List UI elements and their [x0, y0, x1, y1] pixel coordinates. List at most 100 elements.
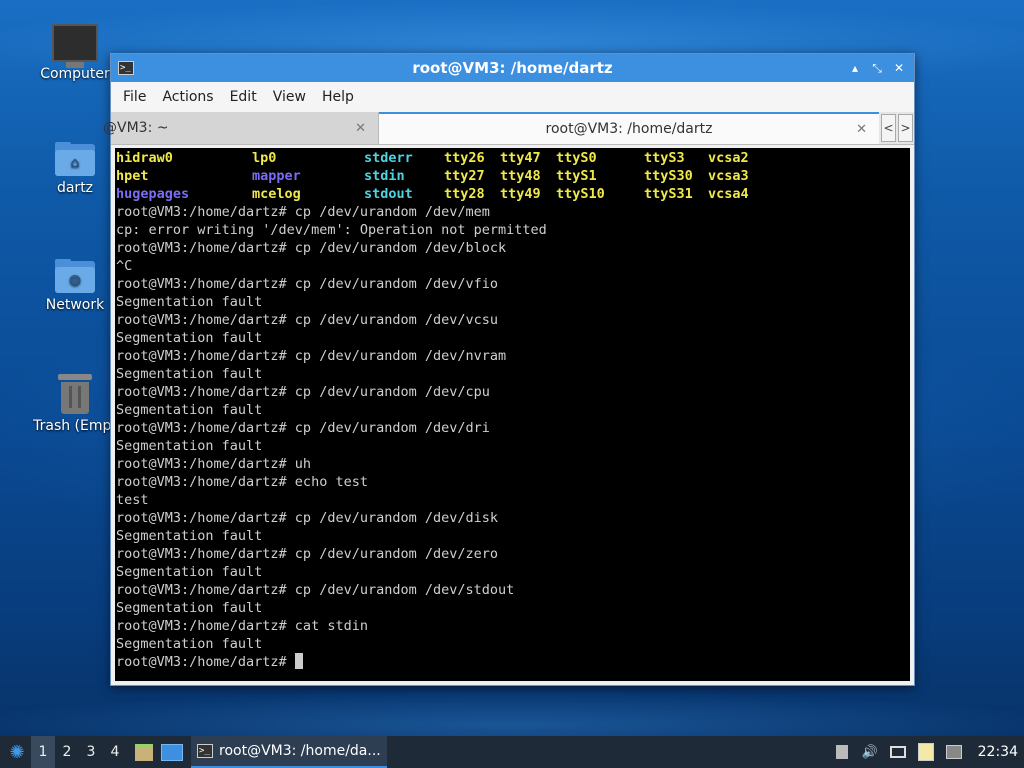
terminal-line: Segmentation fault — [116, 600, 263, 616]
desktop-icon-label: Computer — [40, 66, 110, 82]
terminal-line: cp: error writing '/dev/mem': Operation … — [116, 222, 547, 238]
tab-home[interactable]: @VM3: ~ ✕ — [103, 112, 379, 144]
terminal-line: Segmentation fault — [116, 294, 263, 310]
menu-bar: File Actions Edit View Help — [111, 82, 914, 112]
desktop-icon-label: Trash (Empt — [33, 418, 117, 434]
ls-row: hugepages mcelog stdout tty28 tty49 ttyS10 tty… — [116, 185, 910, 203]
desktop-icon-label: Network — [45, 297, 105, 313]
ls-entry: tty49 — [500, 186, 541, 202]
clipboard-icon[interactable] — [832, 742, 852, 762]
tab-label: root@VM3: /home/dartz — [545, 121, 713, 137]
terminal-prompt-line[interactable]: root@VM3:/home/dartz# — [116, 653, 910, 671]
terminal-line: root@VM3:/home/dartz# cp /dev/urandom /d… — [116, 204, 490, 220]
task-label: root@VM3: /home/da... — [219, 743, 381, 759]
ls-entry: mapper — [252, 168, 301, 184]
terminal-line: Segmentation fault — [116, 564, 263, 580]
terminal-window: >_ root@VM3: /home/dartz ▴ ⤡ ✕ File Acti… — [103, 53, 915, 686]
ls-entry: ttyS0 — [556, 150, 597, 166]
menu-edit[interactable]: Edit — [222, 89, 265, 105]
ls-entry: hpet — [116, 168, 149, 184]
trash-icon — [58, 374, 92, 414]
menu-actions[interactable]: Actions — [154, 89, 221, 105]
desktop-icon-network[interactable]: ◍ Network — [27, 259, 123, 313]
clock[interactable]: 22:34 — [978, 744, 1018, 760]
tab-dartz[interactable]: root@VM3: /home/dartz ✕ — [379, 112, 879, 144]
ls-entry: vcsa4 — [708, 186, 749, 202]
start-menu-button[interactable]: ✺ — [3, 738, 31, 766]
taskbar: ✺ 1 2 3 4 >_ root@VM3: /home/da... 🔊 22:… — [0, 736, 1024, 768]
terminal-line: root@VM3:/home/dartz# cp /dev/urandom /d… — [116, 348, 507, 364]
text-cursor — [294, 653, 303, 669]
terminal-line: Segmentation fault — [116, 330, 263, 346]
ls-entry: ttyS10 — [556, 186, 605, 202]
window-title: root@VM3: /home/dartz — [412, 59, 613, 77]
desktop-icon-label: dartz — [56, 180, 94, 196]
ls-entry: ttyS31 — [644, 186, 693, 202]
terminal-line: Segmentation fault — [116, 528, 263, 544]
terminal-prompt: root@VM3:/home/dartz# — [116, 654, 295, 670]
home-folder-icon: ⌂ — [55, 142, 95, 176]
ls-row: hidraw0 lp0 stderr tty26 tty47 ttyS0 ttyS3 vcsa… — [116, 149, 910, 167]
network-monitor-icon[interactable] — [888, 742, 908, 762]
terminal-line: root@VM3:/home/dartz# cp /dev/urandom /d… — [116, 384, 490, 400]
ls-entry: ttyS3 — [644, 150, 685, 166]
terminal-output[interactable]: hidraw0 lp0 stderr tty26 tty47 ttyS0 ttyS3 vcsa… — [115, 148, 910, 681]
network-folder-icon: ◍ — [55, 259, 95, 293]
ls-entry: hugepages — [116, 186, 190, 202]
workspace-4[interactable]: 4 — [103, 744, 127, 760]
ls-entry: hidraw0 — [116, 150, 173, 166]
menu-help[interactable]: Help — [314, 89, 362, 105]
terminal-line: Segmentation fault — [116, 402, 263, 418]
ls-entry: vcsa3 — [708, 168, 749, 184]
desktop-icon-trash[interactable]: Trash (Empt — [27, 374, 123, 434]
terminal-line: Segmentation fault — [116, 438, 263, 454]
terminal-line: root@VM3:/home/dartz# cp /dev/urandom /d… — [116, 420, 490, 436]
terminal-line: root@VM3:/home/dartz# cat stdin — [116, 618, 368, 634]
terminal-line: root@VM3:/home/dartz# echo test — [116, 474, 368, 490]
ls-entry: stdin — [364, 168, 405, 184]
terminal-line: Segmentation fault — [116, 366, 263, 382]
tab-label: @VM3: ~ — [103, 120, 169, 136]
terminal-line: ^C — [116, 258, 133, 274]
ls-entry: mcelog — [252, 186, 301, 202]
tab-close-icon[interactable]: ✕ — [355, 121, 366, 136]
volume-icon[interactable]: 🔊 — [860, 742, 880, 762]
ls-entry: tty27 — [444, 168, 485, 184]
terminal-line: root@VM3:/home/dartz# cp /dev/urandom /d… — [116, 582, 515, 598]
tab-scroll-left-button[interactable]: < — [881, 114, 896, 142]
tab-close-icon[interactable]: ✕ — [856, 122, 867, 137]
terminal-line: root@VM3:/home/dartz# cp /dev/urandom /d… — [116, 276, 499, 292]
file-manager-icon[interactable] — [133, 741, 155, 763]
ls-entry: ttyS1 — [556, 168, 597, 184]
menu-file[interactable]: File — [115, 89, 154, 105]
close-button[interactable]: ✕ — [892, 61, 906, 75]
notes-icon[interactable] — [916, 742, 936, 762]
ls-entry: tty48 — [500, 168, 541, 184]
desktop-icon-dartz[interactable]: ⌂ dartz — [27, 142, 123, 196]
update-notifier-icon[interactable] — [944, 742, 964, 762]
ls-entry: stderr — [364, 150, 413, 166]
system-tray: 🔊 22:34 — [832, 742, 1018, 762]
window-titlebar[interactable]: >_ root@VM3: /home/dartz ▴ ⤡ ✕ — [111, 54, 914, 82]
ls-entry: tty28 — [444, 186, 485, 202]
workspace-1[interactable]: 1 — [31, 736, 55, 768]
terminal-line: root@VM3:/home/dartz# cp /dev/urandom /d… — [116, 510, 499, 526]
maximize-button[interactable]: ⤡ — [870, 61, 884, 75]
terminal-line: root@VM3:/home/dartz# cp /dev/urandom /d… — [116, 546, 499, 562]
terminal-line: root@VM3:/home/dartz# cp /dev/urandom /d… — [116, 240, 507, 256]
taskbar-task-terminal[interactable]: >_ root@VM3: /home/da... — [191, 736, 387, 768]
terminal-line: test — [116, 492, 149, 508]
ls-entry: tty26 — [444, 150, 485, 166]
workspace-2[interactable]: 2 — [55, 744, 79, 760]
workspace-3[interactable]: 3 — [79, 744, 103, 760]
desktop-icon-computer[interactable]: Computer — [27, 24, 123, 82]
ls-entry: stdout — [364, 186, 413, 202]
show-desktop-icon[interactable] — [161, 741, 183, 763]
ls-entry: ttyS30 — [644, 168, 693, 184]
minimize-button[interactable]: ▴ — [848, 61, 862, 75]
tab-scroll-right-button[interactable]: > — [898, 114, 913, 142]
menu-view[interactable]: View — [265, 89, 314, 105]
terminal-icon: >_ — [197, 744, 213, 758]
terminal-icon: >_ — [118, 61, 134, 75]
terminal-line: root@VM3:/home/dartz# uh — [116, 456, 312, 472]
